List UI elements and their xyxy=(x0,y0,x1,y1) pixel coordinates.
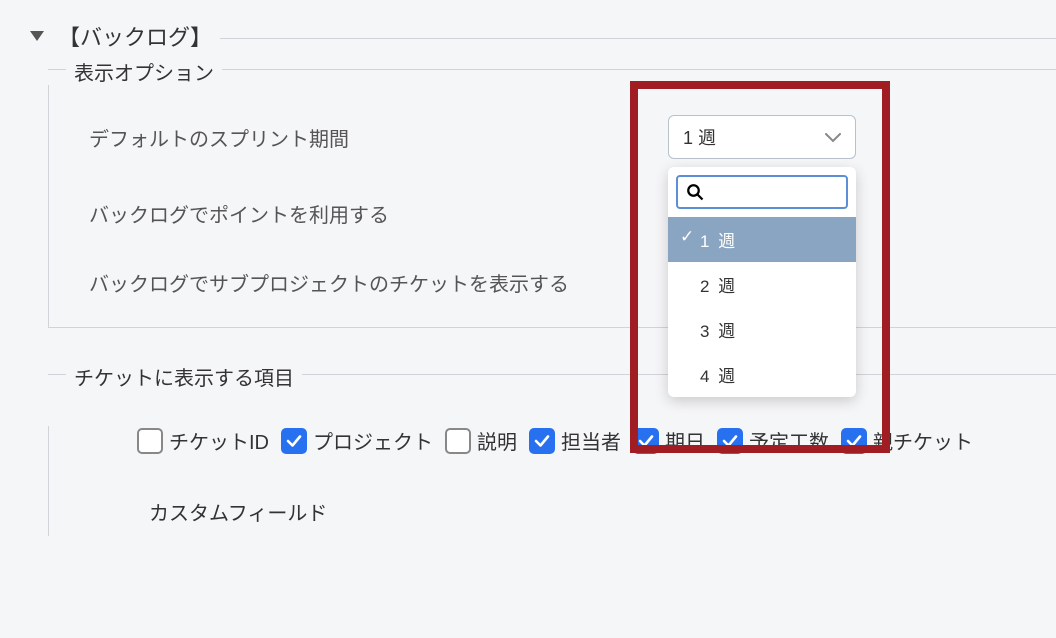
dropdown-option-1[interactable]: 1 週 xyxy=(668,217,856,262)
dropdown-search-box[interactable] xyxy=(676,175,848,209)
checkbox-label: 説明 xyxy=(477,426,517,455)
show-subproject-label: バックログでサブプロジェクトのチケットを表示する xyxy=(89,268,569,297)
checkbox-icon xyxy=(529,428,555,454)
backlog-section-title: 【バックログ】 xyxy=(58,20,212,52)
display-options-legend-row: 表示オプション xyxy=(48,57,1056,86)
sprint-dropdown-panel: 1 週 2 週 3 週 4 週 xyxy=(668,167,856,397)
default-sprint-label: デフォルトのスプリント期間 xyxy=(89,123,349,152)
checkbox-label: チケットID xyxy=(169,426,269,455)
checkbox-assignee[interactable]: 担当者 xyxy=(529,426,621,455)
checkbox-label: 期日 xyxy=(665,426,705,455)
checkbox-due-date[interactable]: 期日 xyxy=(633,426,705,455)
divider xyxy=(220,38,1056,39)
checkbox-label: 予定工数 xyxy=(749,426,829,455)
checkbox-label: 担当者 xyxy=(561,426,621,455)
checkbox-icon xyxy=(633,428,659,454)
dropdown-option-2[interactable]: 2 週 xyxy=(668,262,856,307)
checkbox-icon xyxy=(281,428,307,454)
ticket-fields-legend: チケットに表示する項目 xyxy=(66,362,302,391)
show-subproject-row: バックログでサブプロジェクトのチケットを表示する xyxy=(89,268,1056,297)
checkbox-ticket-id[interactable]: チケットID xyxy=(137,426,269,455)
sprint-select-value: 1 週 xyxy=(683,124,716,150)
checkbox-icon xyxy=(445,428,471,454)
ticket-fields-body: チケットID プロジェクト 説明 担当者 期日 予定工数 親チケット カスタムフ… xyxy=(48,426,1056,536)
checkbox-description[interactable]: 説明 xyxy=(445,426,517,455)
checkbox-label: プロジェクト xyxy=(313,426,433,455)
dropdown-option-4[interactable]: 4 週 xyxy=(668,352,856,397)
checkbox-icon xyxy=(137,428,163,454)
sprint-select-container: 1 週 1 週 2 週 3 週 4 週 xyxy=(668,115,856,159)
custom-fields-label: カスタムフィールド xyxy=(149,497,1056,526)
chevron-down-icon xyxy=(30,31,44,41)
checkbox-icon xyxy=(841,428,867,454)
ticket-fields-checkboxes: チケットID プロジェクト 説明 担当者 期日 予定工数 親チケット xyxy=(137,426,1056,455)
backlog-section-header[interactable]: 【バックログ】 xyxy=(0,20,1056,52)
checkbox-estimated-hours[interactable]: 予定工数 xyxy=(717,426,829,455)
ticket-fields-legend-row: チケットに表示する項目 xyxy=(48,362,1056,391)
dropdown-option-3[interactable]: 3 週 xyxy=(668,307,856,352)
checkbox-parent-ticket[interactable]: 親チケット xyxy=(841,426,973,455)
sprint-duration-select[interactable]: 1 週 xyxy=(668,115,856,159)
display-options-body: デフォルトのスプリント期間 1 週 1 週 2 週 3 週 4 週 バ xyxy=(48,85,1056,328)
chevron-down-icon xyxy=(825,127,841,148)
dropdown-search-input[interactable] xyxy=(710,183,838,201)
use-points-row: バックログでポイントを利用する xyxy=(89,199,1056,228)
use-points-label: バックログでポイントを利用する xyxy=(89,199,389,228)
display-options-legend: 表示オプション xyxy=(66,57,222,86)
search-icon xyxy=(686,183,704,201)
checkbox-icon xyxy=(717,428,743,454)
checkbox-project[interactable]: プロジェクト xyxy=(281,426,433,455)
default-sprint-row: デフォルトのスプリント期間 1 週 1 週 2 週 3 週 4 週 xyxy=(89,115,1056,159)
checkbox-label: 親チケット xyxy=(873,426,973,455)
